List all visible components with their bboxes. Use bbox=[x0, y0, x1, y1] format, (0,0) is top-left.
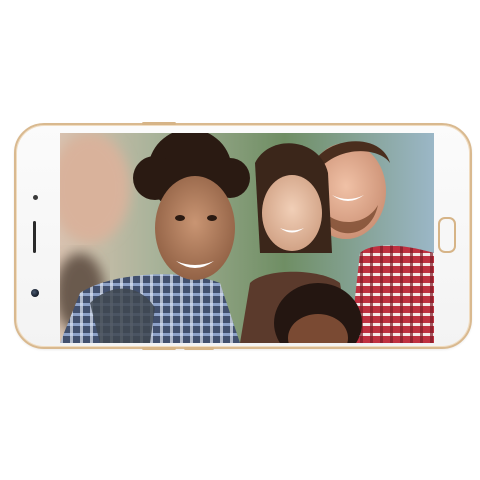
proximity-sensor bbox=[33, 195, 38, 200]
phone-screen bbox=[60, 133, 434, 343]
volume-up-button bbox=[142, 347, 176, 350]
power-button bbox=[142, 122, 176, 125]
front-camera-icon bbox=[31, 289, 39, 297]
selfie-photo bbox=[60, 133, 434, 343]
home-button bbox=[438, 217, 456, 253]
volume-down-button bbox=[184, 347, 214, 350]
smartphone bbox=[14, 122, 472, 350]
earpiece-speaker bbox=[33, 221, 36, 253]
